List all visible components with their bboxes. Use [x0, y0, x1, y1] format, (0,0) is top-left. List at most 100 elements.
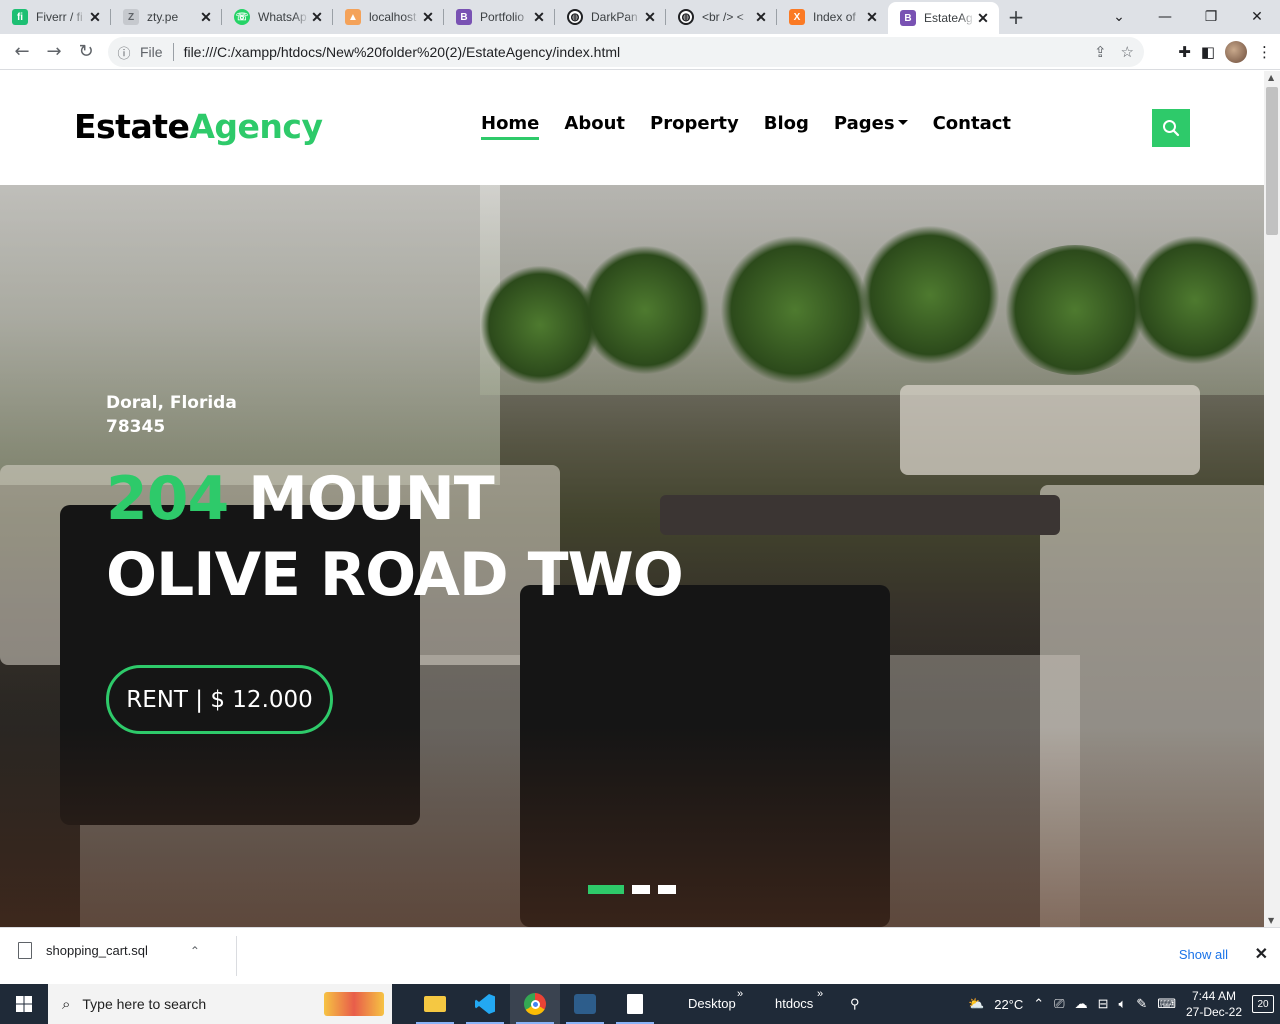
scrollbar-thumb[interactable]	[1266, 87, 1278, 235]
notification-center-icon[interactable]: 20	[1252, 995, 1274, 1013]
chevron-up-icon[interactable]: ⌃	[190, 944, 200, 958]
tab-title: EstateAg	[924, 11, 973, 25]
nav-pages[interactable]: Pages	[834, 113, 908, 140]
search-button[interactable]	[1152, 109, 1190, 147]
location-zip: 78345	[106, 417, 166, 437]
share-icon[interactable]: ⇪	[1094, 43, 1107, 61]
onedrive-cloud-icon[interactable]: ☁	[1075, 996, 1088, 1012]
file-icon	[18, 942, 32, 959]
rent-price-button[interactable]: RENT | $ 12.000	[106, 665, 333, 734]
url-text[interactable]: file:///C:/xampp/htdocs/New%20folder%20(…	[184, 44, 621, 60]
nav-about[interactable]: About	[564, 113, 625, 140]
nav-home[interactable]: Home	[481, 113, 540, 140]
chrome-menu-icon[interactable]: ⋮	[1257, 43, 1272, 61]
close-shelf-icon[interactable]: ✕	[1255, 944, 1268, 964]
notepad-icon[interactable]	[610, 984, 660, 1024]
back-button[interactable]: ←	[6, 36, 38, 68]
taskbar-toolbar-htdocs[interactable]: htdocs	[775, 996, 813, 1011]
download-shelf: shopping_cart.sql ⌃ Show all ✕	[0, 927, 1280, 984]
tab-fiverr[interactable]: fi Fiverr / fi ✕	[0, 0, 111, 34]
close-tab-icon[interactable]: ✕	[420, 9, 436, 26]
chrome-icon[interactable]	[510, 984, 560, 1024]
windows-logo-icon	[16, 996, 32, 1012]
scroll-up-arrow-icon[interactable]: ▲	[1268, 73, 1274, 82]
ztype-favicon-icon: Z	[123, 9, 139, 25]
tab-ztype[interactable]: Zzty.pe ✕	[111, 0, 222, 34]
network-icon[interactable]: ⊟	[1098, 996, 1109, 1012]
tab-localhost[interactable]: ▲ localhost ✕	[333, 0, 444, 34]
tab-title: DarkPan	[591, 10, 638, 24]
close-window-button[interactable]: ✕	[1234, 0, 1280, 34]
chevron-double-right-icon[interactable]: »	[817, 988, 823, 1000]
notification-count: 20	[1257, 998, 1269, 1010]
hero-location: Doral, Florida 78345	[106, 391, 246, 439]
close-tab-icon[interactable]: ✕	[531, 9, 547, 26]
meet-now-icon[interactable]: ⎚	[1054, 996, 1064, 1012]
close-tab-icon[interactable]: ✕	[87, 9, 103, 26]
site-logo[interactable]: EstateAgency	[74, 107, 323, 146]
search-highlight-calendar-icon	[324, 992, 384, 1016]
xampp-favicon-icon: X	[789, 9, 805, 25]
tab-title: Index of	[813, 10, 856, 24]
logo-part1: Estate	[74, 107, 190, 146]
close-tab-icon[interactable]: ✕	[198, 9, 214, 26]
tab-search-chevron-icon[interactable]: ⌄	[1096, 0, 1142, 34]
download-item[interactable]: shopping_cart.sql ⌃	[18, 942, 200, 959]
close-tab-icon[interactable]: ✕	[753, 9, 769, 26]
nav-contact[interactable]: Contact	[933, 113, 1011, 140]
profile-avatar[interactable]	[1225, 41, 1247, 63]
keyboard-icon[interactable]: ⌨	[1157, 996, 1176, 1012]
close-tab-icon[interactable]: ✕	[864, 9, 880, 26]
clock-date: 27-Dec-22	[1185, 1005, 1242, 1019]
new-tab-button[interactable]: +	[999, 0, 1033, 34]
chevron-double-right-icon[interactable]: »	[737, 988, 743, 1000]
volume-icon[interactable]: 🔈︎	[1118, 996, 1126, 1012]
nav-property[interactable]: Property	[650, 113, 739, 140]
tab-estateagency[interactable]: B EstateAg ✕	[888, 2, 999, 34]
close-tab-icon[interactable]: ✕	[975, 10, 991, 27]
forward-button[interactable]: →	[38, 36, 70, 68]
scroll-down-arrow-icon[interactable]: ▼	[1268, 916, 1274, 925]
hero-carousel: Doral, Florida 78345 204 MOUNT OLIVE ROAD…	[0, 185, 1264, 927]
globe-icon: ◍	[567, 9, 583, 25]
whatsapp-favicon-icon: ☏	[234, 9, 250, 25]
people-icon[interactable]: ⚲	[850, 996, 860, 1012]
reload-button[interactable]: ↻	[70, 36, 102, 68]
taskbar-search[interactable]: ⌕ Type here to search	[48, 984, 392, 1024]
close-tab-icon[interactable]: ✕	[642, 9, 658, 26]
weather-temp[interactable]: 22°C	[994, 997, 1023, 1012]
tab-br[interactable]: ◍ <br /> < ✕	[666, 0, 777, 34]
carousel-dot-1[interactable]	[588, 885, 624, 894]
nav-blog[interactable]: Blog	[764, 113, 809, 140]
start-button[interactable]	[0, 984, 48, 1024]
globe-icon: ◍	[678, 9, 694, 25]
download-filename: shopping_cart.sql	[46, 943, 148, 958]
tab-index-of[interactable]: X Index of ✕	[777, 0, 888, 34]
restore-button[interactable]: ❐	[1188, 0, 1234, 34]
carousel-dot-3[interactable]	[658, 885, 676, 894]
weather-cloud-icon[interactable]: ⛅	[968, 996, 984, 1012]
clock[interactable]: 7:44 AM 27-Dec-22	[1186, 988, 1242, 1020]
taskbar-toolbar-desktop[interactable]: Desktop	[688, 996, 736, 1011]
side-panel-icon[interactable]: ◧	[1201, 43, 1215, 61]
file-explorer-icon[interactable]	[410, 984, 460, 1024]
close-tab-icon[interactable]: ✕	[309, 9, 325, 26]
extensions-puzzle-icon[interactable]: ✚	[1178, 43, 1191, 61]
site-info-icon[interactable]: ⓘ	[108, 43, 140, 62]
minimize-button[interactable]: —	[1142, 0, 1188, 34]
page-scrollbar[interactable]: ▲ ▼	[1264, 71, 1280, 927]
vscode-icon[interactable]	[460, 984, 510, 1024]
show-all-downloads-link[interactable]: Show all	[1179, 947, 1228, 962]
system-tray: ⛅ 22°C ⌃ ⎚ ☁ ⊟ 🔈︎ ✎ ⌨ 7:44 AM 27-Dec-22 …	[968, 984, 1280, 1024]
tab-portfolio[interactable]: B Portfolio ✕	[444, 0, 555, 34]
tab-whatsapp[interactable]: ☏ WhatsAp ✕	[222, 0, 333, 34]
chevron-up-icon[interactable]: ⌃	[1033, 996, 1044, 1012]
carousel-dot-2[interactable]	[632, 885, 650, 894]
pen-icon[interactable]: ✎	[1136, 996, 1147, 1012]
address-bar[interactable]: ⓘ File file:///C:/xampp/htdocs/New%20fol…	[108, 37, 1144, 67]
tab-darkpan[interactable]: ◍ DarkPan ✕	[555, 0, 666, 34]
logo-part2: Agency	[189, 107, 323, 146]
bookmark-star-icon[interactable]: ☆	[1121, 43, 1134, 61]
tab-strip: fi Fiverr / fi ✕ Zzty.pe ✕ ☏ WhatsAp ✕ ▲ local…	[0, 0, 1280, 34]
mysql-workbench-icon[interactable]	[560, 984, 610, 1024]
